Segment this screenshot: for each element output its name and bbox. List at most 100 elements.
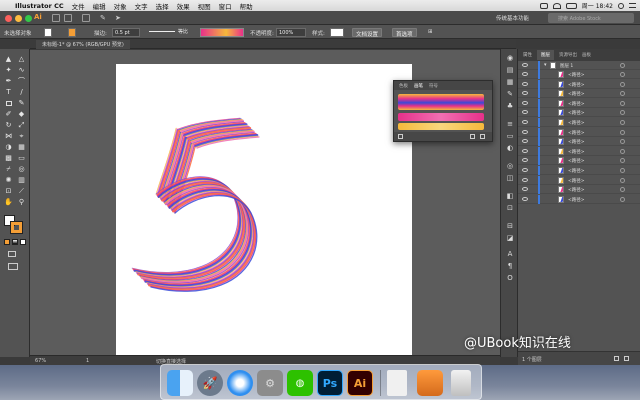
preferences-button[interactable]: 首选项 bbox=[392, 27, 417, 38]
slice-tool-icon[interactable]: ⟋ bbox=[17, 187, 26, 195]
pen-tool-icon[interactable]: ✒ bbox=[4, 77, 13, 85]
visibility-eye-icon[interactable] bbox=[522, 63, 528, 67]
target-icon[interactable] bbox=[620, 158, 625, 164]
menu-type[interactable]: 文字 bbox=[131, 1, 152, 11]
visibility-eye-icon[interactable] bbox=[522, 148, 528, 153]
expand-chevron-icon[interactable]: ▾ bbox=[544, 62, 547, 68]
layer-name[interactable]: <路径> bbox=[568, 130, 585, 136]
brush-definition-dropdown[interactable] bbox=[200, 27, 244, 37]
menu-edit[interactable]: 编辑 bbox=[89, 1, 110, 11]
delete-layer-icon[interactable] bbox=[624, 356, 629, 361]
target-icon[interactable] bbox=[620, 177, 625, 183]
symbols-icon[interactable]: ♣ bbox=[506, 103, 514, 110]
stock-search-input[interactable]: 搜索 Adobe Stock bbox=[548, 13, 634, 23]
layer-row[interactable]: <路径> bbox=[518, 166, 640, 175]
target-icon[interactable] bbox=[620, 196, 625, 202]
eyedropper-tool-icon[interactable]: ⌿ bbox=[4, 165, 13, 173]
lasso-tool-icon[interactable]: ∿ bbox=[17, 66, 26, 74]
line-tool-icon[interactable]: / bbox=[17, 88, 26, 96]
layer-row[interactable]: <路径> bbox=[518, 185, 640, 195]
layer-name[interactable]: 图层 1 bbox=[560, 63, 573, 69]
wechat-icon[interactable]: ◍ bbox=[287, 370, 313, 396]
new-brush-icon[interactable] bbox=[470, 134, 475, 139]
menu-app-name[interactable]: Illustrator CC bbox=[11, 2, 68, 10]
layer-name[interactable]: <路径> bbox=[568, 110, 585, 116]
visibility-eye-icon[interactable] bbox=[522, 177, 528, 182]
artboard-number[interactable]: 1 bbox=[86, 358, 89, 364]
target-icon[interactable] bbox=[620, 187, 625, 193]
target-icon[interactable] bbox=[620, 129, 625, 135]
eraser-tool-icon[interactable]: ◆ bbox=[17, 110, 26, 118]
photoshop-icon[interactable]: Ps bbox=[317, 370, 343, 396]
brush-swatch[interactable] bbox=[398, 94, 484, 110]
layers-icon[interactable]: ◧ bbox=[506, 193, 514, 200]
artboard-tool-icon[interactable]: ⊡ bbox=[4, 187, 13, 195]
draw-mode-icon[interactable] bbox=[8, 251, 16, 257]
layer-name[interactable]: <路径> bbox=[568, 139, 585, 145]
visibility-eye-icon[interactable] bbox=[522, 139, 528, 144]
notification-center-icon[interactable] bbox=[629, 3, 636, 8]
curvature-tool-icon[interactable]: ⌒ bbox=[17, 77, 26, 85]
tab-brushes[interactable]: 画笔 bbox=[414, 83, 423, 90]
document-icon[interactable] bbox=[387, 370, 407, 396]
stroke-weight-field[interactable]: 0.5 pt bbox=[112, 27, 140, 37]
layer-row[interactable]: <路径> bbox=[518, 118, 640, 127]
menu-help[interactable]: 帮助 bbox=[236, 1, 257, 11]
tab-symbols[interactable]: 符号 bbox=[429, 83, 438, 90]
opentype-icon[interactable]: O bbox=[506, 275, 514, 282]
paragraph-icon[interactable]: ¶ bbox=[506, 263, 514, 270]
brush-swatch[interactable] bbox=[398, 123, 484, 130]
none-mode-icon[interactable] bbox=[20, 239, 26, 245]
brush-swatch[interactable] bbox=[398, 113, 484, 121]
wechat-status-icon[interactable] bbox=[539, 2, 548, 9]
stroke-panel-icon[interactable]: ≡ bbox=[506, 121, 514, 128]
shaper-tool-icon[interactable]: ✐ bbox=[4, 110, 13, 118]
new-layer-icon[interactable] bbox=[614, 356, 619, 361]
target-icon[interactable] bbox=[620, 110, 625, 116]
arrange-icon[interactable]: ⊞ bbox=[428, 29, 433, 35]
appearance-icon[interactable]: ◎ bbox=[506, 163, 514, 170]
fill-swatch[interactable] bbox=[44, 27, 52, 37]
stroke-swatch[interactable] bbox=[68, 27, 76, 37]
color-mode-icon[interactable] bbox=[4, 239, 10, 245]
visibility-eye-icon[interactable] bbox=[522, 91, 528, 96]
gradient-mode-icon[interactable] bbox=[12, 239, 18, 245]
layer-row[interactable]: <路径> bbox=[518, 127, 640, 137]
layer-row[interactable]: <路径> bbox=[518, 108, 640, 118]
tab-swatches[interactable]: 色板 bbox=[399, 83, 408, 90]
visibility-eye-icon[interactable] bbox=[522, 72, 528, 76]
brushes-icon[interactable]: ✎ bbox=[506, 91, 514, 98]
layer-name[interactable]: <路径> bbox=[568, 149, 585, 155]
layer-name[interactable]: <路径> bbox=[568, 168, 585, 174]
column-graph-tool-icon[interactable]: ▥ bbox=[17, 176, 26, 184]
layer-name[interactable]: <路径> bbox=[568, 187, 585, 193]
bridge-icon[interactable] bbox=[52, 14, 60, 22]
menubar-clock[interactable]: 周一 18:42 bbox=[582, 1, 613, 10]
number-five-artwork[interactable] bbox=[116, 64, 412, 357]
launchpad-icon[interactable]: 🚀 bbox=[197, 370, 223, 396]
visibility-eye-icon[interactable] bbox=[522, 196, 528, 201]
layer-name[interactable]: <路径> bbox=[568, 178, 585, 184]
hand-tool-icon[interactable]: ✋ bbox=[4, 198, 13, 206]
zoom-level[interactable]: 67% bbox=[35, 358, 46, 364]
color-guide-icon[interactable]: ▤ bbox=[506, 67, 514, 74]
rectangle-tool-icon[interactable] bbox=[4, 99, 13, 107]
system-preferences-icon[interactable]: ⚙ bbox=[257, 370, 283, 396]
visibility-eye-icon[interactable] bbox=[522, 100, 528, 105]
layer-name[interactable]: <路径> bbox=[568, 197, 585, 203]
target-icon[interactable] bbox=[620, 81, 625, 87]
target-icon[interactable] bbox=[620, 100, 625, 106]
type-tool-icon[interactable]: T bbox=[4, 88, 13, 96]
transparency-icon[interactable]: ◐ bbox=[506, 145, 514, 152]
layer-name[interactable]: <路径> bbox=[568, 72, 585, 78]
layer-row[interactable]: <路径> bbox=[518, 175, 640, 185]
downloads-folder-icon[interactable] bbox=[417, 370, 443, 396]
visibility-eye-icon[interactable] bbox=[522, 158, 528, 163]
stock-icon[interactable] bbox=[64, 14, 72, 22]
tab-asset-export[interactable]: 资源导出 bbox=[559, 52, 577, 58]
document-tab[interactable]: 未标题-1* @ 67% (RGB/GPU 预览) bbox=[36, 40, 130, 49]
brush-library-icon[interactable] bbox=[398, 134, 403, 139]
target-icon[interactable] bbox=[620, 148, 625, 154]
scale-tool-icon[interactable]: ⤢ bbox=[17, 121, 26, 129]
perspective-grid-tool-icon[interactable]: ▦ bbox=[17, 143, 26, 151]
